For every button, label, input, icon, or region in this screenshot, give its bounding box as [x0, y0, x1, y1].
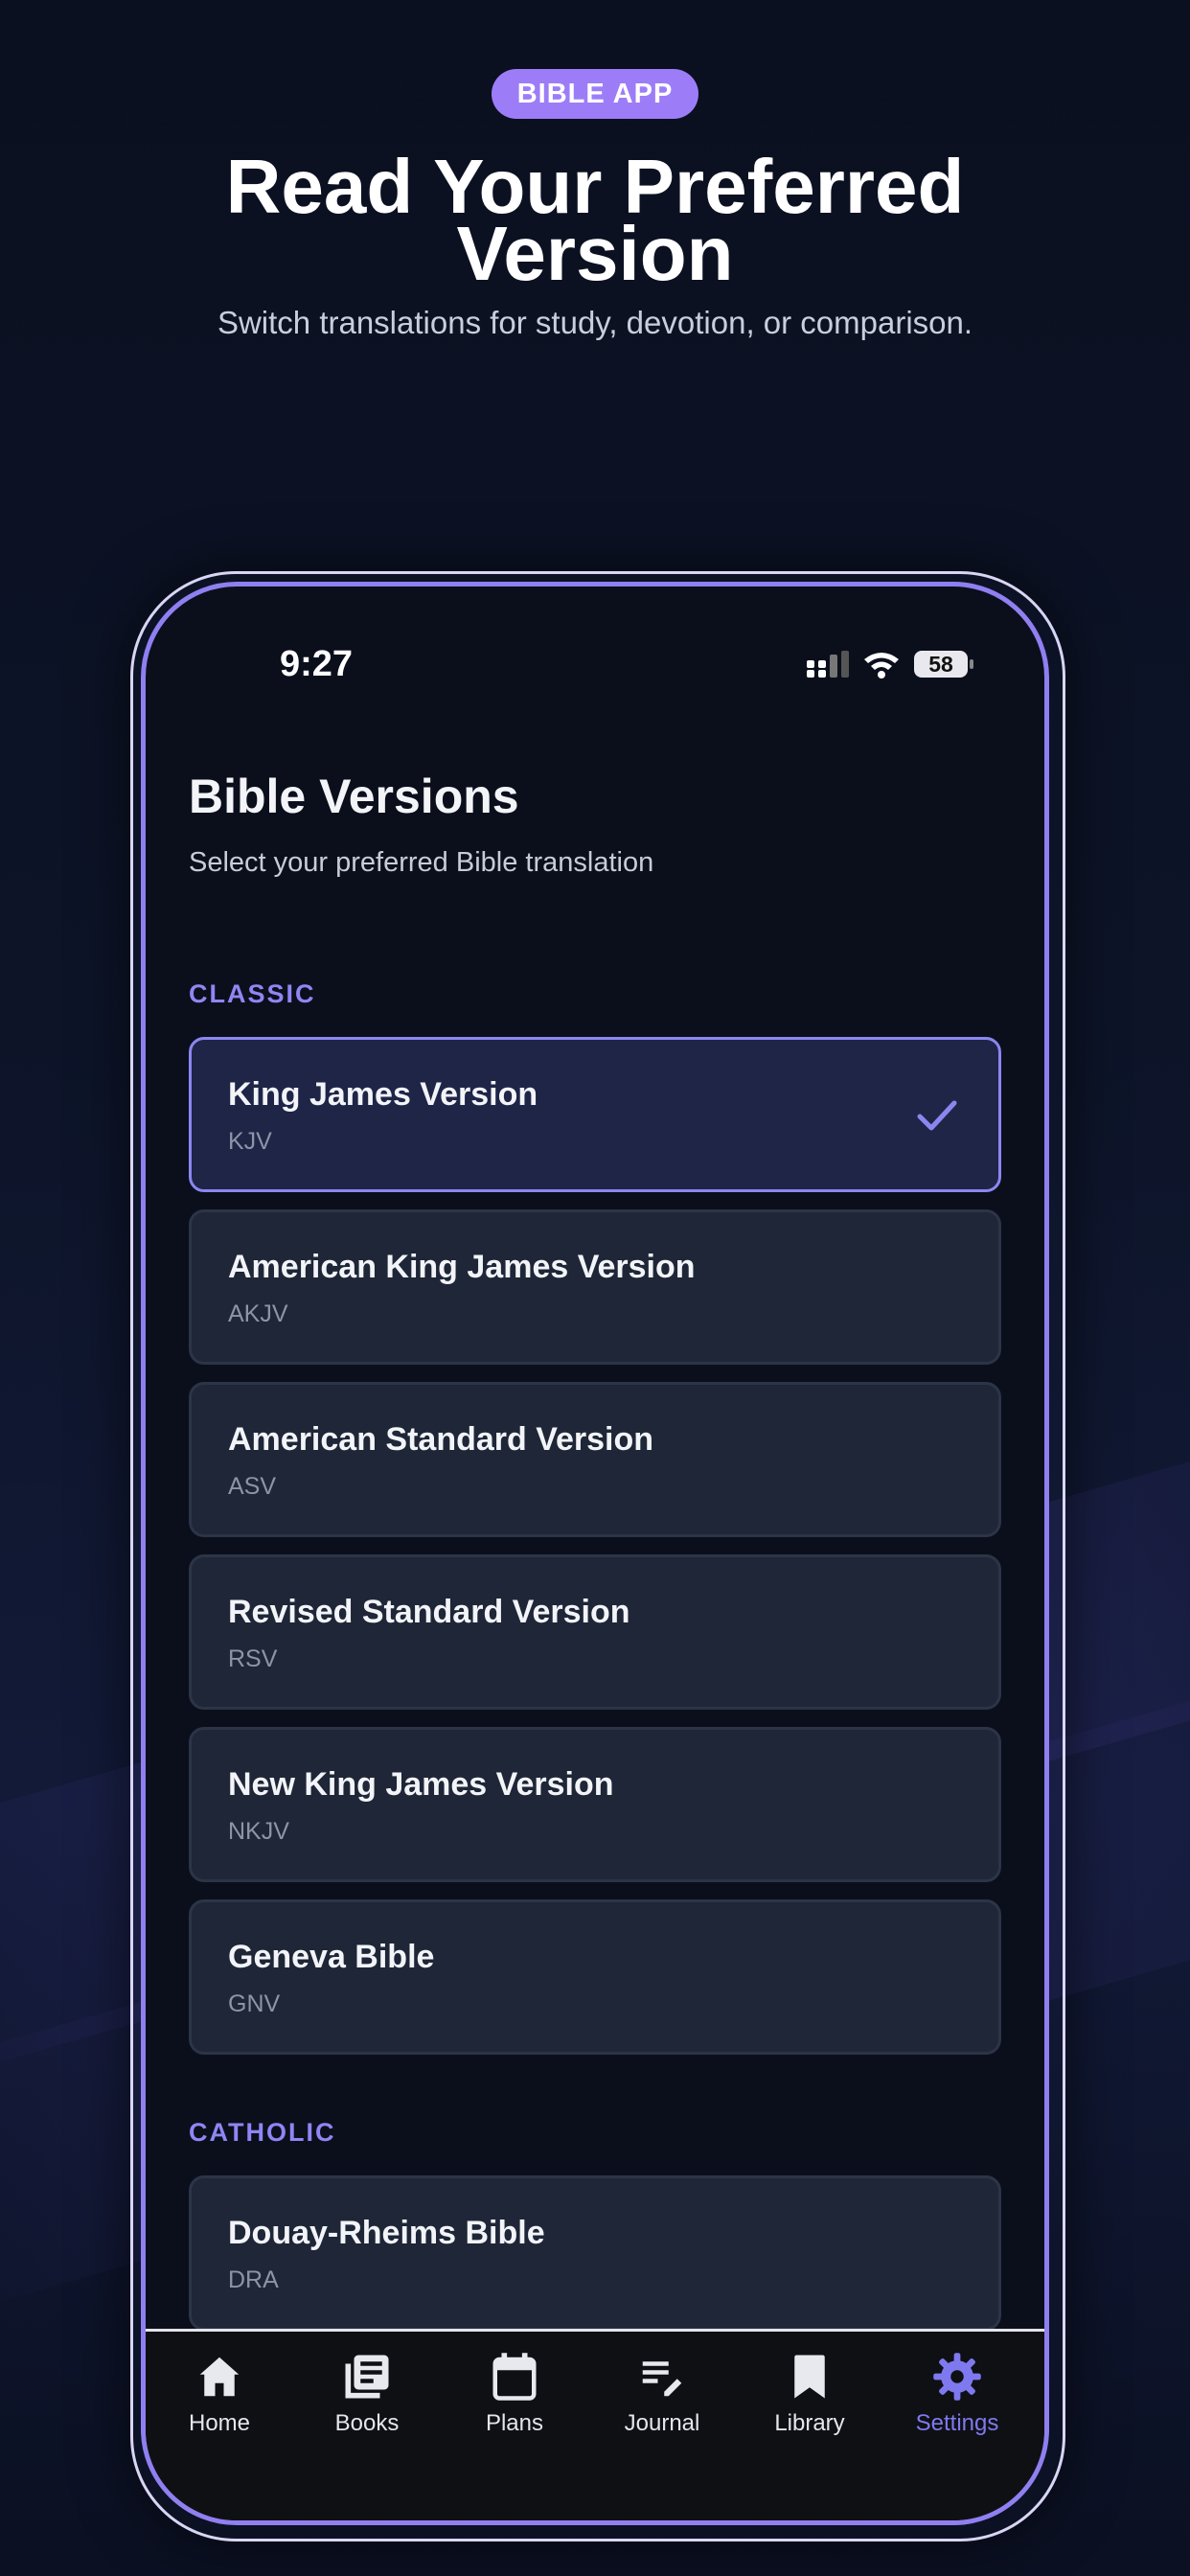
status-indicators: 58: [807, 650, 973, 678]
page-title: Bible Versions: [189, 770, 519, 823]
bookmark-icon: [794, 2355, 825, 2399]
version-card-akjv[interactable]: American King James Version AKJV: [189, 1209, 1001, 1365]
version-card-rsv[interactable]: Revised Standard Version RSV: [189, 1554, 1001, 1710]
version-card-asv[interactable]: American Standard Version ASV: [189, 1382, 1001, 1537]
tab-label: Library: [774, 2410, 845, 2436]
version-abbr: DRA: [228, 2266, 279, 2293]
version-abbr: NKJV: [228, 1818, 289, 1845]
home-icon: [199, 2357, 240, 2397]
section-label-catholic: CATHOLIC: [189, 2118, 336, 2147]
bottom-tab-bar: Home Books Plans Journal Library Setting…: [146, 2329, 1044, 2520]
status-time: 9:27: [280, 644, 354, 684]
phone-screen: 9:27 58 Bible Versions Select your prefe…: [146, 586, 1044, 2520]
version-name: American King James Version: [228, 1249, 696, 1285]
version-card-dra[interactable]: Douay-Rheims Bible DRA: [189, 2175, 1001, 2331]
tab-plans[interactable]: Plans: [441, 2351, 588, 2437]
page-subtitle: Select your preferred Bible translation: [189, 847, 654, 878]
tab-books[interactable]: Books: [293, 2351, 441, 2437]
version-card-kjv[interactable]: King James Version KJV: [189, 1037, 1001, 1192]
headline-line-2: Version: [456, 211, 734, 296]
phone-frame: 9:27 58 Bible Versions Select your prefe…: [141, 582, 1049, 2525]
version-abbr: GNV: [228, 1990, 281, 2017]
version-name: Douay-Rheims Bible: [228, 2215, 545, 2251]
calendar-icon: [492, 2353, 537, 2401]
version-name: Geneva Bible: [228, 1939, 435, 1975]
tab-label: Journal: [624, 2410, 700, 2436]
version-name: Revised Standard Version: [228, 1594, 630, 1630]
promo-headline: Read Your Preferred Version: [57, 149, 1133, 296]
tab-home[interactable]: Home: [146, 2351, 293, 2437]
version-abbr: AKJV: [228, 1300, 288, 1327]
version-name: King James Version: [228, 1076, 538, 1113]
promo-subtitle: Switch translations for study, devotion,…: [217, 305, 973, 340]
gear-icon: [933, 2353, 981, 2401]
tab-library[interactable]: Library: [736, 2351, 883, 2437]
tab-journal[interactable]: Journal: [588, 2351, 736, 2437]
app-badge: BIBLE APP: [492, 69, 698, 119]
wifi-icon: [864, 653, 899, 678]
books-icon: [345, 2355, 389, 2399]
tab-label: Books: [334, 2410, 400, 2436]
checkmark-icon: [917, 1100, 957, 1131]
version-abbr: KJV: [228, 1128, 272, 1155]
tab-label: Settings: [915, 2410, 999, 2436]
section-label-classic: CLASSIC: [189, 979, 316, 1008]
tab-label: Plans: [485, 2410, 544, 2436]
battery-indicator: 58: [914, 651, 973, 678]
version-abbr: ASV: [228, 1473, 277, 1500]
journal-edit-icon: [642, 2361, 682, 2397]
cellular-signal-icon: [807, 651, 849, 678]
version-abbr: RSV: [228, 1645, 278, 1672]
version-name: American Standard Version: [228, 1421, 654, 1458]
version-card-nkjv[interactable]: New King James Version NKJV: [189, 1727, 1001, 1882]
version-card-gnv[interactable]: Geneva Bible GNV: [189, 1899, 1001, 2055]
tab-label: Home: [188, 2410, 251, 2436]
version-name: New King James Version: [228, 1766, 614, 1803]
tab-settings[interactable]: Settings: [883, 2351, 1031, 2437]
